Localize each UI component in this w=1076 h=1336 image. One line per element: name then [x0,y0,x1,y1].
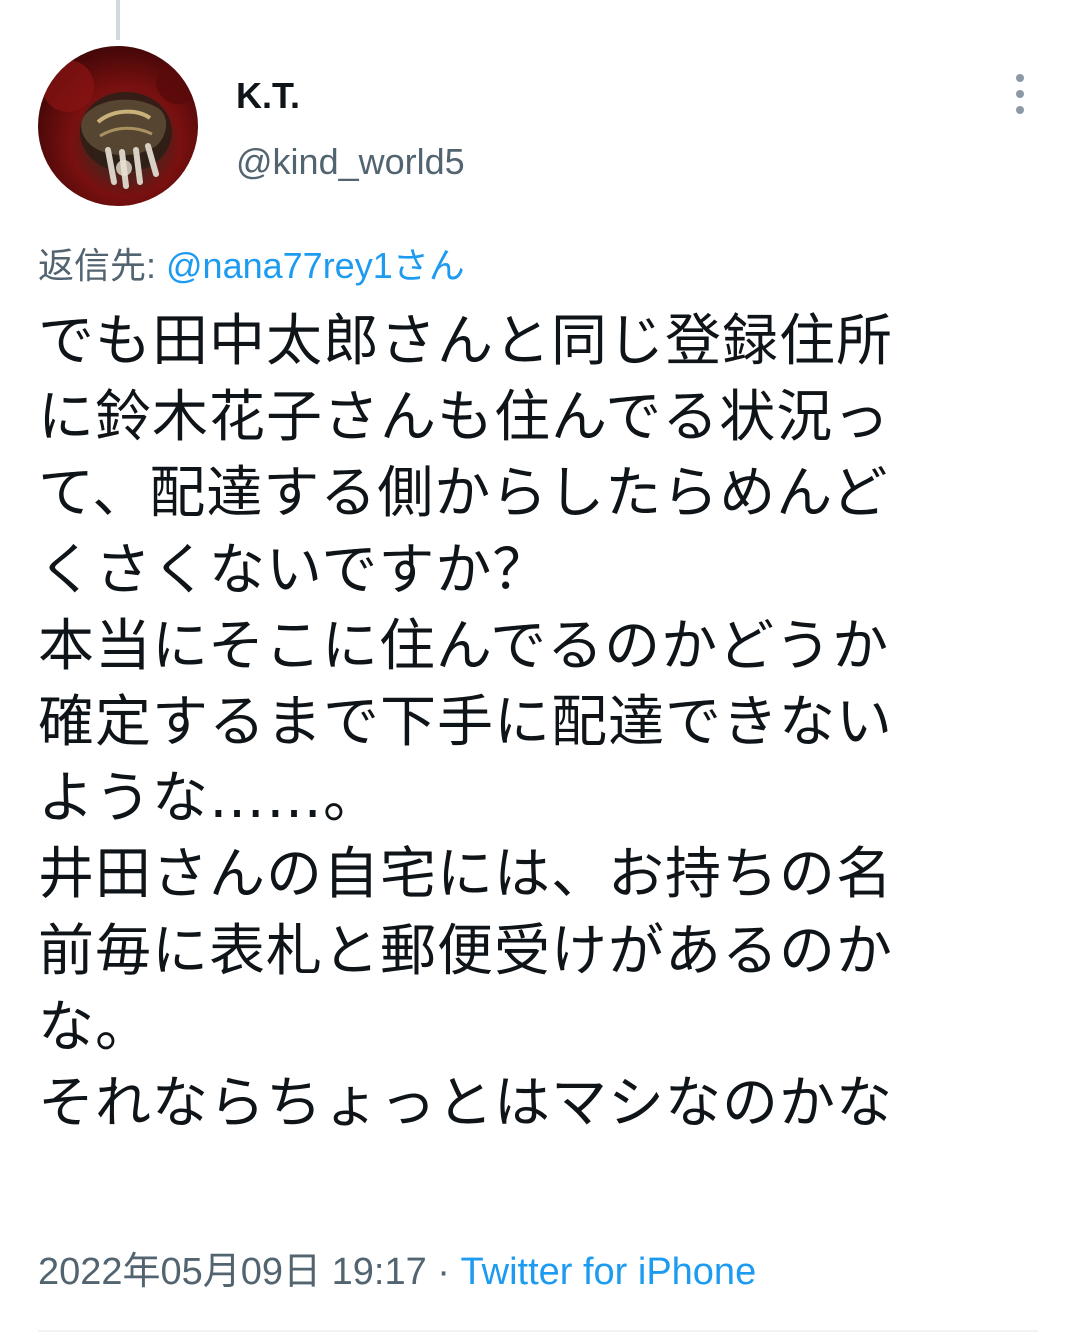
more-options-icon[interactable] [1008,74,1032,114]
reply-prefix: 返信先: [38,245,167,286]
tweet-line: それならちょっとはマシなのかな [38,1070,893,1136]
tweet-timestamp[interactable]: 2022年05月09日 19:17 [38,1251,427,1293]
avatar-icon [42,60,198,189]
tweet-body: でも田中太郎さんと同じ登録住所 に鈴木花子さんも住んでる状況っ て、配達する側か… [38,304,1038,1142]
tweet-line: に鈴木花子さんも住んでる状況っ [38,385,891,451]
thread-connector-line [116,0,120,40]
tweet-line: 井田さんの自宅には、お持ちの名 [38,842,893,908]
more-dot [1016,74,1024,82]
tweet-line: くさくないですか？ [38,537,550,603]
tweet-meta: 2022年05月09日 19:17 · Twitter for iPhone [38,1246,756,1298]
author-handle[interactable]: @kind_world5 [236,140,465,184]
author-display-name[interactable]: K.T. [236,74,300,118]
meta-separator: · [426,1251,461,1293]
tweet-line: ような……。 [38,766,380,832]
tweet-line: な。 [38,994,152,1060]
more-dot [1016,90,1024,98]
divider [38,1330,1038,1332]
tweet-line: て、配達する側からしたらめんど [38,461,889,527]
tweet-line: 前毎に表札と郵便受けがあるのか [38,918,893,984]
reply-context: 返信先: @nana77rey1さん [38,240,465,292]
reply-mention-link[interactable]: @nana77rey1さん [166,245,465,286]
avatar[interactable] [38,46,198,206]
tweet-line: 本当にそこに住んでるのかどうか [38,613,890,679]
more-dot [1016,106,1024,114]
tweet-source-link[interactable]: Twitter for iPhone [461,1251,757,1293]
tweet-line: 確定するまで下手に配達できない [38,689,893,755]
tweet-line: でも田中太郎さんと同じ登録住所 [38,309,893,374]
